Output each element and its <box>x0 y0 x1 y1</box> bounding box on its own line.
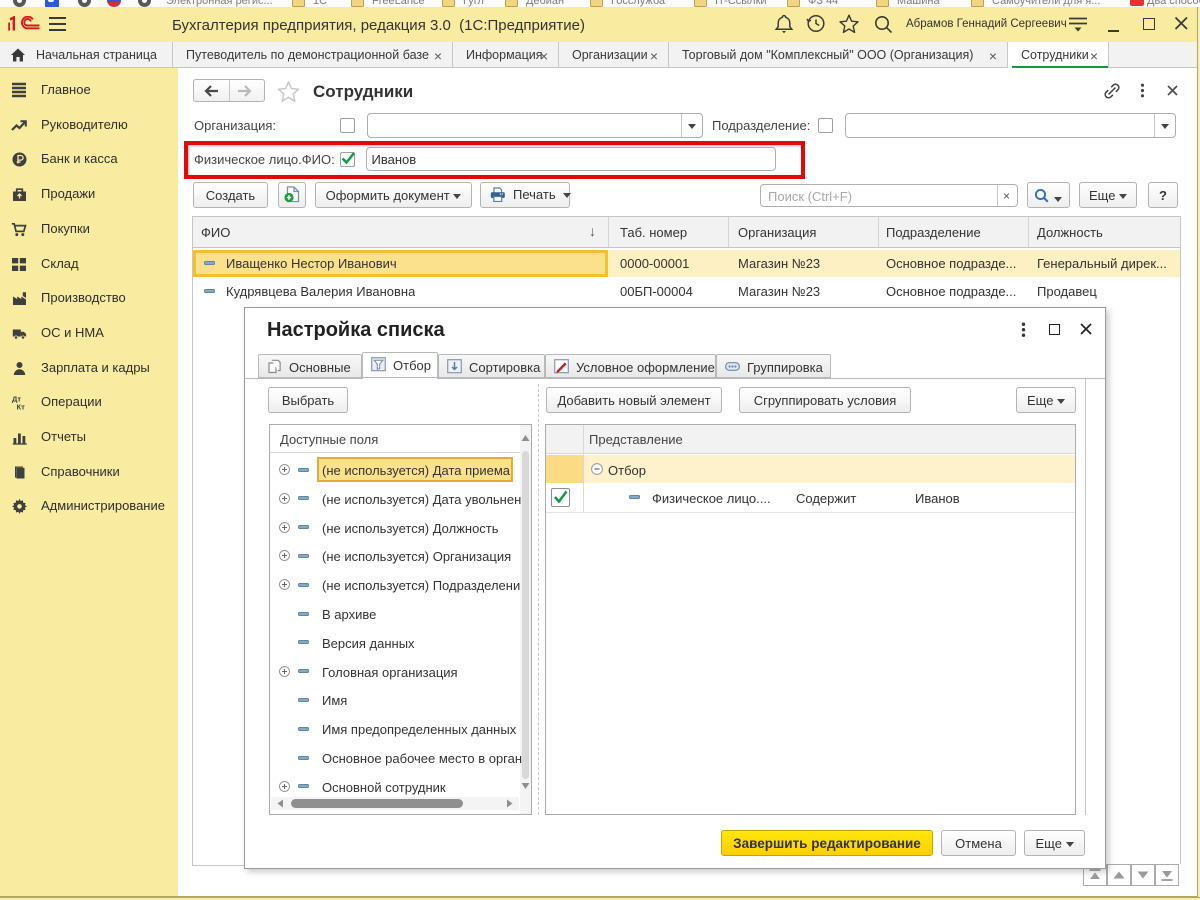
svg-text:Кт: Кт <box>17 403 26 411</box>
